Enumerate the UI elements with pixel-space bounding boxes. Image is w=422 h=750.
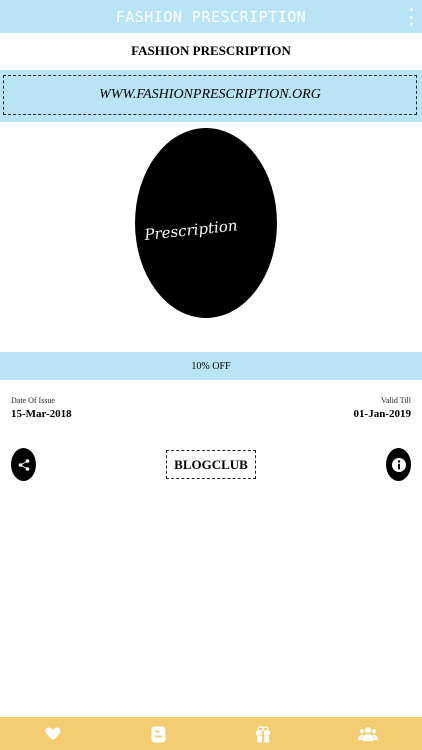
coupon-code[interactable]: BLOGCLUB	[166, 450, 256, 479]
bottom-nav	[0, 717, 422, 750]
more-vertical-icon[interactable]	[406, 8, 416, 26]
share-icon	[18, 458, 29, 471]
share-button[interactable]	[11, 448, 36, 481]
app-title: FASHION PRESCRIPTION	[115, 7, 307, 26]
info-icon	[391, 457, 406, 472]
app-bar: FASHION PRESCRIPTION	[0, 0, 422, 33]
store-logo: Prescription	[135, 128, 277, 318]
offer-text: 10% OFF	[191, 360, 231, 372]
coupon-code-text: BLOGCLUB	[174, 456, 248, 472]
store-name: FASHION PRESCRIPTION	[131, 43, 291, 58]
group-icon[interactable]	[358, 724, 378, 744]
blogger-icon[interactable]	[148, 724, 168, 744]
heart-icon[interactable]	[43, 724, 63, 744]
gift-icon[interactable]	[253, 724, 273, 744]
info-button[interactable]	[386, 448, 411, 481]
store-url-text: WWW.FASHIONPRESCRIPTION.ORG	[99, 87, 321, 102]
offer-band: 10% OFF	[0, 352, 422, 380]
store-url-link[interactable]: WWW.FASHIONPRESCRIPTION.ORG	[3, 75, 417, 115]
issue-date-label: Date Of Issue	[11, 396, 55, 405]
issue-date-value: 15-Mar-2018	[11, 408, 72, 420]
logo-text: Prescription	[143, 216, 239, 244]
valid-till-value: 01-Jan-2019	[353, 408, 411, 420]
url-band: WWW.FASHIONPRESCRIPTION.ORG	[0, 70, 422, 122]
valid-till-label: Valid Till	[380, 396, 411, 405]
